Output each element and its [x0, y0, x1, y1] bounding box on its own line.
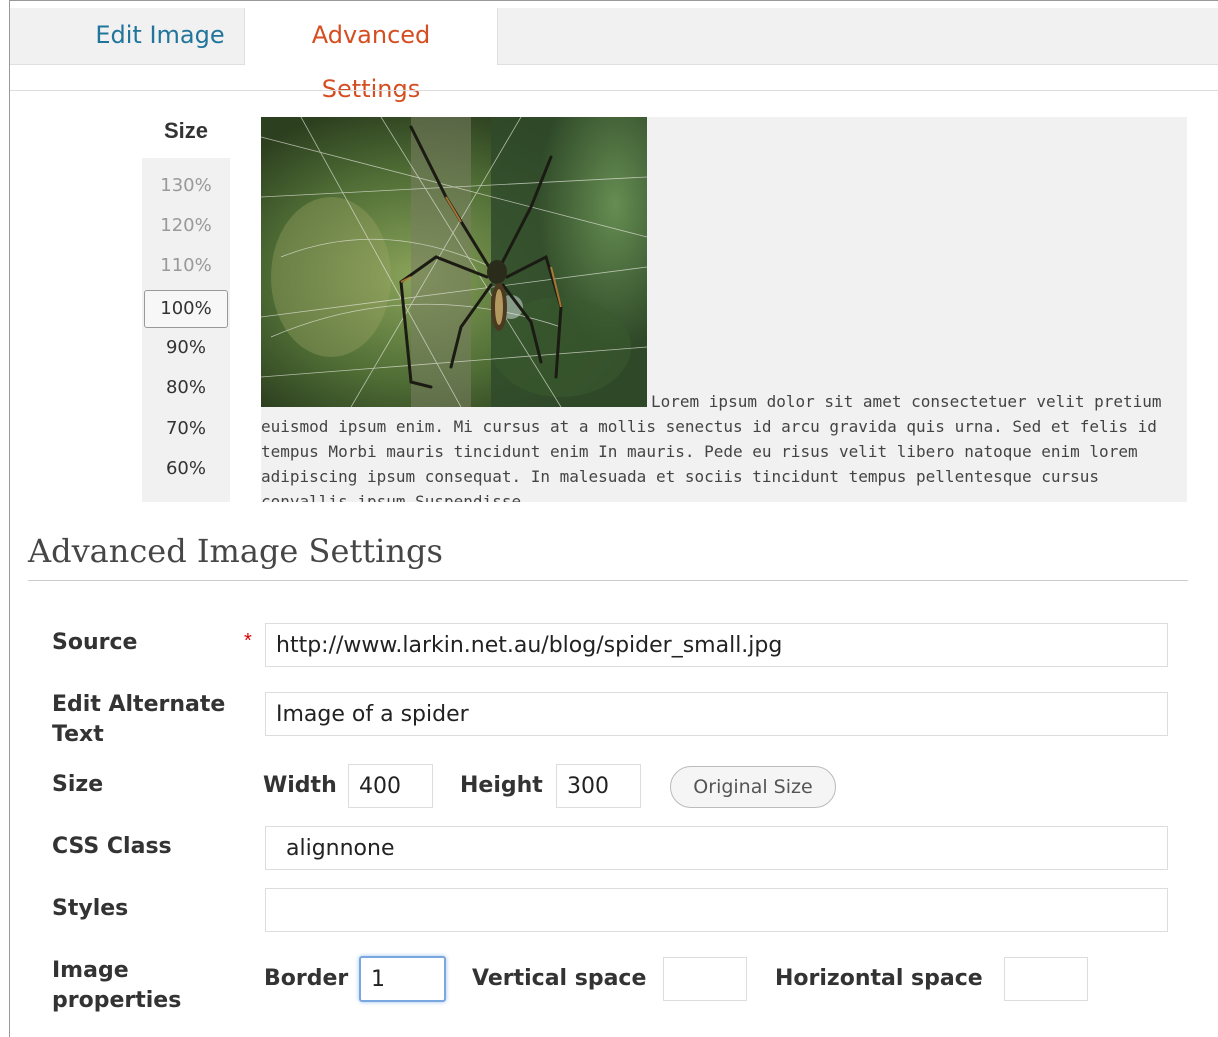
vertical-space-label: Vertical space	[472, 966, 647, 991]
section-divider	[28, 580, 1188, 581]
css-class-input[interactable]	[265, 826, 1168, 870]
size-option-90[interactable]: 90%	[144, 330, 228, 366]
css-class-label: CSS Class	[52, 834, 172, 859]
size-option-70[interactable]: 70%	[144, 411, 228, 447]
size-option-120[interactable]: 120%	[144, 208, 228, 244]
size-option-100-selected[interactable]: 100%	[144, 290, 228, 328]
panel-divider	[10, 90, 1218, 91]
styles-input[interactable]	[265, 888, 1168, 932]
source-input[interactable]	[265, 623, 1168, 667]
alt-text-input[interactable]	[265, 692, 1168, 736]
spider-image	[261, 117, 647, 407]
source-label: Source	[52, 630, 138, 655]
image-preview-area: Lorem ipsum dolor sit amet consectetuer …	[261, 117, 1187, 502]
border-input[interactable]	[359, 956, 446, 1002]
size-option-60[interactable]: 60%	[144, 451, 228, 487]
required-marker: *	[244, 630, 252, 652]
tab-edit-image[interactable]: Edit Image	[75, 8, 245, 64]
height-input[interactable]	[556, 764, 641, 808]
horizontal-space-input[interactable]	[1004, 957, 1088, 1001]
border-label: Border	[264, 966, 349, 991]
styles-label: Styles	[52, 896, 129, 921]
size-option-130[interactable]: 130%	[144, 168, 228, 204]
vertical-space-input[interactable]	[663, 957, 747, 1001]
section-title: Advanced Image Settings	[28, 532, 443, 570]
width-label: Width	[263, 773, 337, 798]
image-properties-label: Image properties	[52, 958, 182, 1013]
original-size-button[interactable]: Original Size	[670, 766, 836, 808]
size-option-110[interactable]: 110%	[144, 248, 228, 284]
tab-bar: Edit Image Advanced Settings	[10, 8, 1218, 103]
size-panel-title: Size	[163, 118, 209, 143]
size-options-list: 130% 120% 110% 100% 90% 80% 70% 60%	[142, 158, 230, 502]
width-input[interactable]	[348, 764, 433, 808]
horizontal-space-label: Horizontal space	[775, 966, 983, 991]
size-option-80[interactable]: 80%	[144, 370, 228, 406]
size-label: Size	[52, 772, 104, 797]
alt-text-label: Edit Alternate Text	[52, 692, 226, 747]
tab-advanced-settings[interactable]: Advanced Settings	[244, 8, 498, 103]
height-label: Height	[460, 773, 543, 798]
preview-placeholder-text: Lorem ipsum dolor sit amet consectetuer …	[261, 392, 1172, 502]
